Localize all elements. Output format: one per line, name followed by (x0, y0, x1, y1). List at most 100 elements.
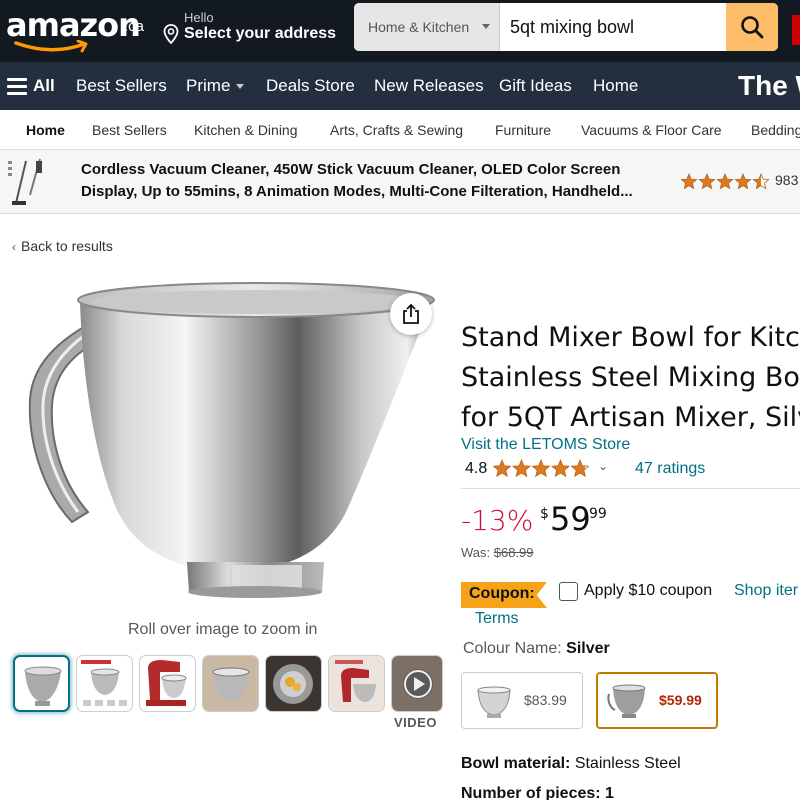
product-title-line-2: Stainless Steel Mixing Bow (461, 362, 800, 393)
product-title-line-1: Stand Mixer Bowl for Kitc (461, 322, 800, 353)
nav-gift-ideas[interactable]: Gift Ideas (499, 62, 572, 110)
bowl-infographic-thumbnail-image (81, 660, 127, 706)
nav-best-sellers[interactable]: Best Sellers (76, 62, 167, 110)
star-icon (511, 459, 532, 478)
swatch-bowl-silver-image (607, 684, 646, 718)
thumbnail[interactable] (202, 655, 259, 712)
search-icon (741, 16, 764, 39)
was-price-value: $68.99 (493, 545, 534, 560)
spec-next-row: Number of pieces: 1 (461, 785, 614, 800)
back-to-results-link[interactable]: ‹ Back to results (12, 238, 113, 254)
logo-text: amazon (6, 6, 141, 44)
star-icon (734, 173, 752, 190)
price-fraction: 99 (589, 506, 607, 522)
hamburger-menu-icon[interactable] (7, 78, 27, 95)
thumbnail[interactable] (265, 655, 322, 712)
vacuum-product-image (8, 158, 42, 205)
search-button[interactable] (726, 3, 778, 51)
colour-swatch-selected[interactable]: $59.99 (596, 672, 718, 729)
subnav-furniture[interactable]: Furniture (495, 110, 551, 150)
sponsored-title-line-1: Cordless Vacuum Cleaner, 450W Stick Vacu… (81, 161, 621, 178)
share-button[interactable] (390, 293, 432, 335)
subnav-best-sellers[interactable]: Best Sellers (92, 110, 167, 150)
thumbnail[interactable] (76, 655, 133, 712)
caret-down-icon (236, 84, 245, 90)
star-icon (570, 459, 590, 478)
coupon-apply-label[interactable]: Apply $10 coupon (584, 582, 712, 600)
star-icon (681, 173, 698, 190)
bowl-thumbnail-image (24, 666, 62, 706)
divider (461, 488, 800, 489)
star-icon (531, 459, 551, 478)
coupon-terms-link[interactable]: Terms (475, 610, 519, 628)
bowl-kitchen-thumbnail-image (203, 656, 258, 711)
nav-deals-store[interactable]: Deals Store (266, 62, 355, 110)
top-header: amazon .ca Hello Select your address Hom… (0, 0, 800, 62)
colour-swatch[interactable]: $83.99 (461, 672, 583, 729)
star-icon (550, 459, 571, 478)
chevron-left-icon: ‹ (12, 240, 16, 254)
back-to-results-label: Back to results (21, 238, 113, 254)
thumbnail[interactable] (328, 655, 385, 712)
search-category-label: Home & Kitchen (368, 19, 470, 35)
nav-prime[interactable]: Prime (186, 62, 245, 110)
rating-stars[interactable] (493, 459, 593, 479)
bowl-eggs-thumbnail-image (266, 656, 321, 711)
subnav-kitchen-dining[interactable]: Kitchen & Dining (194, 110, 298, 150)
video-label: VIDEO (394, 715, 437, 730)
flag-icon[interactable] (792, 15, 800, 45)
discount-percent: -13% (461, 504, 534, 537)
share-icon (403, 303, 419, 324)
nav-prime-label: Prime (186, 76, 231, 95)
logo-smile-icon (14, 40, 88, 53)
coupon-badge: Coupon: (461, 582, 547, 608)
product-title: Stand Mixer Bowl for Kitc Stainless Stee… (461, 318, 800, 438)
thumbnail[interactable] (139, 655, 196, 712)
address-hello: Hello (184, 10, 214, 25)
star-icon (752, 173, 770, 190)
search-category-dropdown[interactable]: Home & Kitchen (354, 3, 500, 51)
nav-home[interactable]: Home (593, 62, 638, 110)
red-mixer-thumbnail-image (146, 660, 187, 706)
price-symbol: $ (540, 506, 549, 522)
video-thumbnail[interactable] (391, 655, 443, 712)
subnav-home[interactable]: Home (26, 110, 65, 150)
subnav-vacuums[interactable]: Vacuums & Floor Care (581, 110, 722, 150)
nav-all[interactable]: All (33, 62, 55, 110)
coupon-checkbox[interactable] (559, 582, 578, 601)
sponsored-title: Cordless Vacuum Cleaner, 450W Stick Vacu… (81, 159, 681, 203)
swatch-price: $83.99 (524, 692, 567, 708)
location-pin-icon (163, 24, 179, 44)
sponsored-banner[interactable]: Cordless Vacuum Cleaner, 450W Stick Vacu… (0, 150, 800, 214)
delivery-address[interactable]: Hello Select your address (160, 8, 350, 52)
subnav-bedding[interactable]: Bedding (751, 110, 800, 150)
chevron-down-icon[interactable]: ⌄ (598, 459, 608, 473)
swatch-bowl-glass-image (477, 686, 511, 718)
search-input[interactable] (500, 3, 726, 51)
was-label: Was: (461, 545, 494, 560)
swatch-price: $59.99 (659, 692, 702, 708)
colour-value: Silver (566, 640, 610, 657)
red-mixer-kitchen-thumbnail-image (329, 656, 384, 711)
subnav-arts-crafts[interactable]: Arts, Crafts & Sewing (330, 110, 463, 150)
sponsored-rating-count: 983 (775, 172, 799, 188)
rating-value: 4.8 (465, 460, 488, 477)
coupon-shop-link[interactable]: Shop iter (734, 582, 798, 600)
ratings-count-link[interactable]: 47 ratings (635, 460, 705, 478)
search-bar: Home & Kitchen (354, 3, 778, 51)
spec-bowl-material: Bowl material: Stainless Steel (461, 755, 681, 773)
spec-label: Bowl material: (461, 755, 575, 772)
colour-name: Colour Name: Silver (463, 640, 610, 658)
store-link[interactable]: Visit the LETOMS Store (461, 436, 630, 454)
price-whole: 59 (550, 500, 591, 538)
nav-new-releases[interactable]: New Releases (374, 62, 484, 110)
amazon-logo[interactable]: amazon .ca (6, 6, 146, 53)
main-product-image[interactable] (22, 280, 442, 610)
nav-promo[interactable]: The W (738, 62, 800, 110)
thumbnail[interactable] (13, 655, 70, 712)
was-price: Was: $68.99 (461, 545, 534, 560)
coupon-label: Coupon: (469, 585, 535, 602)
spec-value: Stainless Steel (574, 755, 681, 772)
address-select: Select your address (184, 25, 337, 42)
main-nav: All Best Sellers Prime Deals Store New R… (0, 62, 800, 110)
